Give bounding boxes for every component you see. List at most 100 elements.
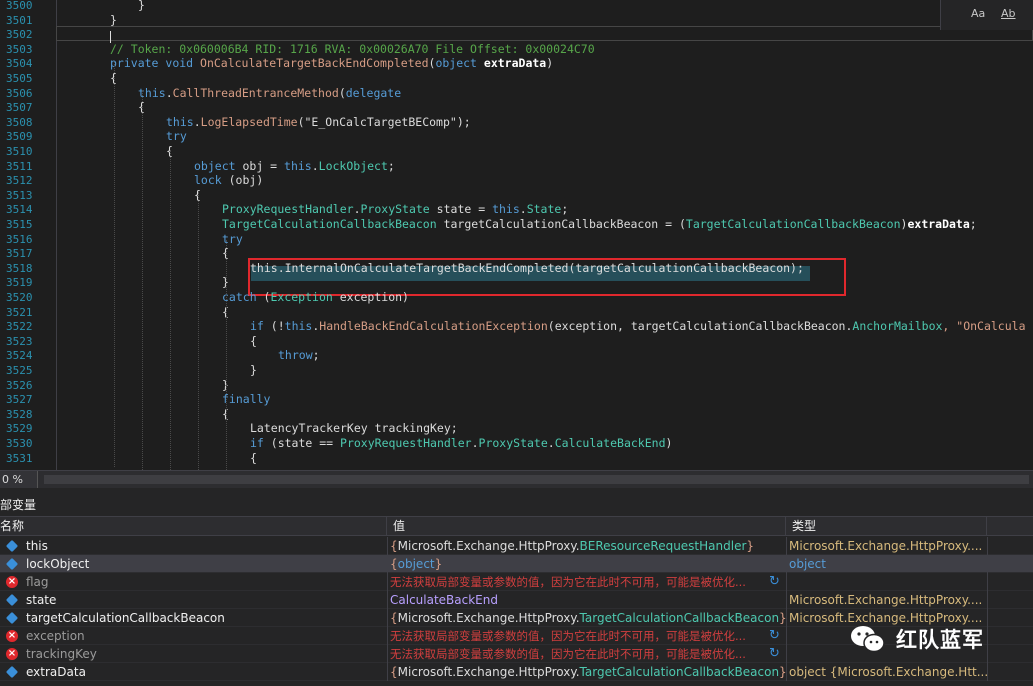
code-line[interactable]: this.LogElapsedTime("E_OnCalcTargetBECom… — [166, 115, 471, 130]
column-header-type[interactable]: 类型 — [786, 517, 987, 536]
variable-icon — [5, 557, 19, 571]
column-header-value[interactable]: 值 — [387, 517, 786, 536]
variable-value[interactable]: 无法获取局部变量或参数的值，因为它在此时不可用，可能是被优化... — [390, 627, 786, 645]
code-token: OnCalculateTargetBackEndCompleted — [200, 56, 429, 71]
horizontal-scrollbar[interactable] — [44, 475, 1029, 484]
column-divider — [786, 627, 787, 645]
error-icon: × — [6, 576, 18, 588]
code-line[interactable]: if (state == ProxyRequestHandler.ProxySt… — [250, 436, 672, 451]
code-token: LogElapsedTime — [200, 114, 298, 129]
column-divider — [786, 609, 787, 627]
line-number: 3506 — [6, 86, 33, 100]
code-line[interactable]: object obj = this.LockObject; — [194, 159, 395, 174]
locals-row[interactable]: lockObject {object} object — [0, 555, 1033, 573]
editor-status-strip: 0 % — [0, 470, 1033, 488]
code-token: { — [250, 333, 257, 348]
value-part: TargetCalculationCallbackBeacon — [579, 665, 780, 679]
refresh-icon[interactable]: ↻ — [769, 574, 780, 589]
watermark-text: 红队蓝军 — [896, 628, 984, 652]
code-token: try — [166, 129, 187, 144]
refresh-icon[interactable]: ↻ — [769, 628, 780, 643]
column-divider — [987, 537, 988, 555]
variable-value[interactable]: {object} — [390, 555, 786, 573]
variable-value[interactable]: {Microsoft.Exchange.HttpProxy.TargetCalc… — [390, 609, 786, 627]
line-number: 3514 — [6, 203, 33, 217]
zoom-level-dropdown[interactable]: 0 % — [0, 471, 38, 488]
refresh-icon[interactable]: ↻ — [769, 646, 780, 661]
line-number: 3509 — [6, 130, 33, 144]
locals-row[interactable]: this {Microsoft.Exchange.HttpProxy.BEReso… — [0, 537, 1033, 555]
code-line[interactable]: if (!this.HandleBackEndCalculationExcept… — [250, 319, 1026, 334]
variable-value[interactable]: 无法获取局部变量或参数的值，因为它在此时不可用，可能是被优化... — [390, 645, 786, 663]
match-whole-word-button[interactable]: Ab — [1001, 7, 1016, 20]
variable-type — [789, 573, 987, 591]
column-divider — [987, 627, 988, 645]
locals-row[interactable]: × flag 无法获取局部变量或参数的值，因为它在此时不可用，可能是被优化... ↻ — [0, 573, 1033, 591]
code-line[interactable]: } — [250, 363, 257, 378]
code-line[interactable]: { — [250, 334, 257, 349]
locals-row[interactable]: extraData {Microsoft.Exchange.HttpProxy.T… — [0, 663, 1033, 681]
code-line[interactable]: ProxyRequestHandler.ProxyState state = t… — [222, 202, 568, 217]
variable-icon — [5, 539, 19, 553]
variable-value[interactable]: {Microsoft.Exchange.HttpProxy.TargetCalc… — [390, 663, 786, 681]
code-token: ; — [312, 348, 320, 363]
code-line[interactable]: this.InternalOnCalculateTargetBackEndCom… — [250, 261, 804, 276]
code-line[interactable]: TargetCalculationCallbackBeacon targetCa… — [222, 217, 977, 232]
line-number: 3516 — [6, 232, 33, 246]
line-number: 3531 — [6, 451, 33, 465]
code-line[interactable]: // Token: 0x060006B4 RID: 1716 RVA: 0x00… — [110, 42, 595, 57]
column-divider — [387, 645, 388, 663]
line-number-gutter: 3500 3501 3502 3503 3504 3505 3506 3507 3508 3509… — [0, 0, 40, 470]
error-icon: × — [6, 630, 18, 642]
code-token: this — [166, 114, 194, 129]
code-line[interactable]: } — [138, 0, 145, 13]
code-line[interactable]: this.CallThreadEntranceMethod(delegate — [138, 86, 401, 101]
column-divider — [387, 627, 388, 645]
variable-value[interactable]: CalculateBackEnd — [390, 591, 786, 609]
code-token: exception) — [339, 290, 409, 304]
code-token: ("E_OnCalcTargetBEComp"); — [297, 114, 471, 129]
locals-row[interactable]: state CalculateBackEnd Microsoft.Exchange.… — [0, 591, 1033, 609]
code-token: delegate — [345, 85, 402, 100]
code-line[interactable]: lock (obj) — [194, 173, 263, 188]
code-token: lock — [194, 173, 229, 188]
code-line[interactable]: try — [166, 129, 187, 144]
locals-rows: this {Microsoft.Exchange.HttpProxy.BEReso… — [0, 537, 1033, 681]
line-number: 3510 — [6, 145, 33, 158]
variable-name: extraData — [26, 665, 86, 679]
column-divider — [987, 663, 988, 681]
column-divider — [387, 537, 388, 555]
code-token: } — [110, 12, 117, 27]
code-token: this.InternalOnCalculateTargetBackEndCom… — [250, 260, 804, 275]
code-token: Exception — [270, 290, 340, 304]
column-header-name[interactable]: 名称 — [0, 517, 387, 536]
code-token: ( — [338, 85, 346, 100]
code-editor[interactable]: 3500 3501 3502 3503 3504 3505 3506 3507 3508 3509… — [0, 0, 1033, 470]
code-line[interactable]: LatencyTrackerKey trackingKey; — [250, 421, 458, 436]
code-line[interactable]: private void OnCalculateTargetBackEndCom… — [110, 56, 553, 71]
watermark: 红队蓝军 — [848, 622, 984, 656]
line-number: 3518 — [6, 261, 33, 275]
code-token: // Token: 0x060006B4 RID: 1716 RVA: 0x00… — [110, 41, 595, 56]
code-token: void — [165, 56, 201, 71]
code-token: this — [492, 202, 520, 217]
column-divider — [786, 573, 787, 591]
code-token: . — [471, 436, 479, 450]
code-token: ; — [387, 158, 395, 173]
code-token: ) — [665, 436, 673, 450]
variable-value[interactable]: 无法获取局部变量或参数的值，因为它在此时不可用，可能是被优化... — [390, 573, 786, 591]
code-line[interactable]: catch (Exception exception) — [222, 290, 409, 305]
match-case-button[interactable]: Aa — [971, 7, 985, 20]
code-line[interactable]: throw; — [278, 348, 320, 363]
line-number: 3500 — [6, 0, 33, 12]
code-token: object — [435, 56, 484, 71]
variable-type: Microsoft.Exchange.HttpProxy.... — [789, 593, 983, 607]
code-line[interactable]: { — [250, 451, 257, 466]
code-line[interactable]: } — [110, 13, 117, 28]
code-line[interactable]: finally — [222, 392, 270, 407]
variable-value[interactable]: {Microsoft.Exchange.HttpProxy.BEResource… — [390, 537, 786, 555]
code-token: ; — [561, 202, 569, 217]
value-part: } — [434, 557, 443, 571]
indent-guide — [198, 192, 199, 470]
code-token: AnchorMailbox — [852, 319, 943, 334]
